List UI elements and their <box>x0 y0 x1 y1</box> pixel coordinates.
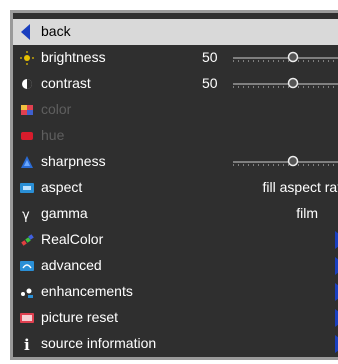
enhancements-item[interactable]: enhancements <box>13 279 338 305</box>
back-label: back <box>41 23 71 39</box>
gamma-label: gamma <box>41 205 88 221</box>
svg-text:γ: γ <box>22 208 30 222</box>
sun-icon <box>20 51 34 65</box>
contrast-slider[interactable] <box>233 76 338 92</box>
back-item[interactable]: back <box>13 19 338 45</box>
brightness-item[interactable]: brightness 50 <box>13 45 338 71</box>
color-item: color <box>13 97 338 123</box>
hue-item: hue <box>13 123 338 149</box>
contrast-item[interactable]: contrast 50 <box>13 71 338 97</box>
enhancements-label: enhancements <box>41 283 133 299</box>
hue-label: hue <box>41 127 65 143</box>
color-palette-icon <box>21 105 33 115</box>
sharpness-slider[interactable] <box>233 154 338 170</box>
advanced-item[interactable]: advanced <box>13 253 338 279</box>
brightness-value: 50 <box>202 49 218 65</box>
sharpness-icon <box>21 156 33 168</box>
info-icon: i <box>24 336 30 352</box>
source-information-item[interactable]: i source information <box>13 331 338 357</box>
enhancements-icon <box>21 288 33 298</box>
realcolor-item[interactable]: RealColor <box>13 227 338 253</box>
source-information-label: source information <box>41 335 157 351</box>
gamma-icon: γ <box>22 208 30 222</box>
picture-reset-item[interactable]: picture reset <box>13 305 338 331</box>
aspect-item[interactable]: aspect fill aspect ratio <box>13 175 338 201</box>
brightness-label: brightness <box>41 49 106 65</box>
color-label: color <box>41 101 72 117</box>
svg-text:i: i <box>24 336 30 352</box>
back-arrow-icon <box>21 24 30 40</box>
sharpness-item[interactable]: sharpness <box>13 149 338 175</box>
advanced-icon <box>20 261 34 271</box>
gamma-value: film <box>296 205 318 221</box>
aspect-label: aspect <box>41 179 83 195</box>
contrast-label: contrast <box>41 75 91 91</box>
picture-reset-label: picture reset <box>41 309 119 325</box>
picture-reset-icon <box>20 313 34 323</box>
contrast-icon <box>22 79 32 89</box>
hue-icon <box>21 132 33 140</box>
aspect-icon <box>20 183 34 193</box>
osd-menu-panel: back brightness 50 contrast 50 color hue… <box>10 10 338 360</box>
brightness-slider[interactable] <box>233 50 338 66</box>
gamma-item[interactable]: γ gamma film <box>13 201 338 227</box>
advanced-label: advanced <box>41 257 102 273</box>
realcolor-icon <box>21 234 34 246</box>
aspect-value: fill aspect ratio <box>262 179 338 195</box>
contrast-value: 50 <box>202 75 218 91</box>
sharpness-label: sharpness <box>41 153 106 169</box>
realcolor-label: RealColor <box>41 231 104 247</box>
